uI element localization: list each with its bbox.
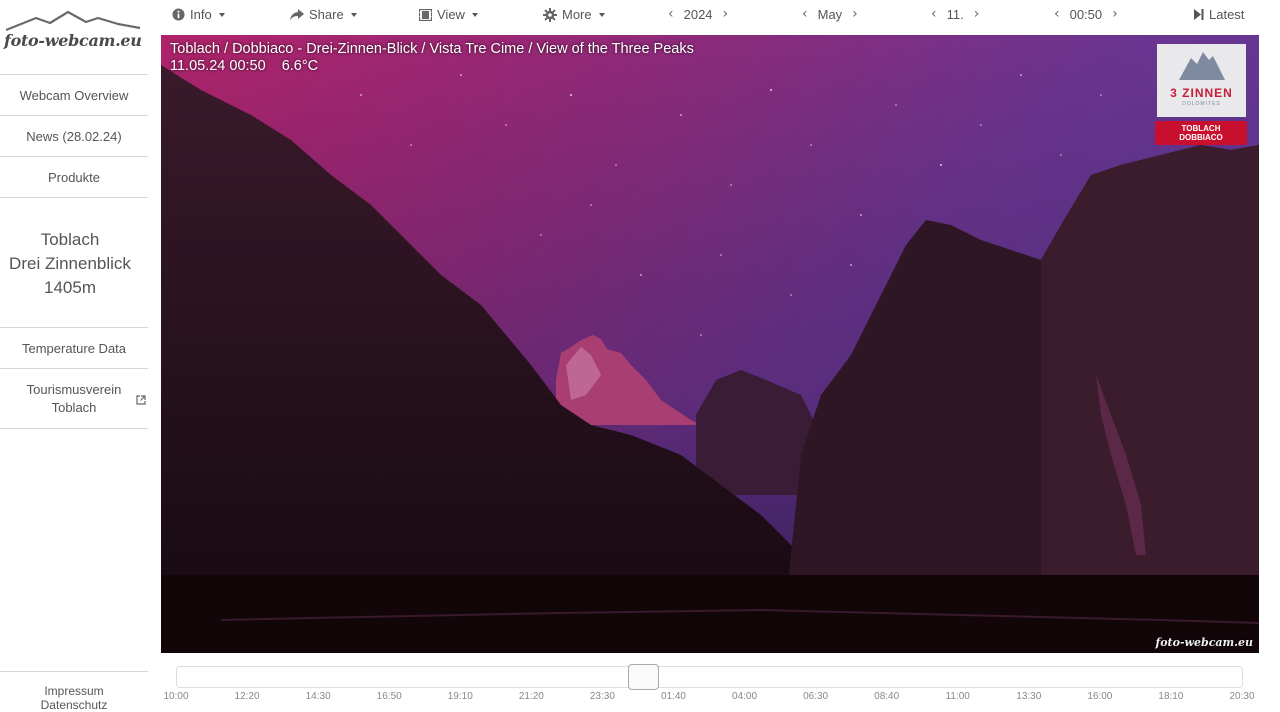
- webcam-location: Toblach: [40, 230, 100, 249]
- share-arrow-icon: [290, 8, 304, 20]
- share-menu-button[interactable]: Share: [290, 7, 357, 22]
- day-value: 11.: [946, 6, 964, 22]
- timeline-tick-label: 20:30: [1229, 691, 1255, 702]
- latest-label: Latest: [1209, 7, 1245, 22]
- info-circle-icon: [172, 8, 185, 21]
- timeline-slider-handle[interactable]: [628, 664, 659, 690]
- sidebar: foto-webcam.eu Webcam Overview News (28.…: [0, 0, 148, 712]
- sidebar-item-news[interactable]: News (28.02.24): [0, 116, 148, 157]
- toolbar: Info Share View More ‹ 2024 › ‹ May › ‹ …: [160, 0, 1280, 32]
- info-menu-label: Info: [190, 7, 212, 22]
- share-menu-label: Share: [309, 7, 344, 22]
- info-menu-button[interactable]: Info: [172, 7, 225, 22]
- mountain-logo-icon: [6, 10, 141, 32]
- timeline-tick-label: 11:00: [945, 691, 970, 702]
- chevron-down-icon: [471, 12, 478, 17]
- timeline-tick-label: 23:30: [589, 691, 615, 702]
- more-menu-label: More: [562, 7, 592, 22]
- day-prev-chevron-icon[interactable]: ‹: [931, 6, 937, 22]
- timeline-tick-label: 13:30: [1016, 691, 1042, 702]
- time-next-chevron-icon[interactable]: ›: [1112, 6, 1118, 22]
- badge-red-line1: TOBLACH: [1181, 124, 1221, 133]
- time-prev-chevron-icon[interactable]: ‹: [1054, 6, 1060, 22]
- sidebar-links: Temperature Data Tourismusverein Toblach: [0, 327, 148, 429]
- timeline-ticks: 10:00 12:20 14:30 16:50 19:10 21:20 23:30 01:40…: [0, 691, 1280, 705]
- timeline-tick-label: 21:20: [518, 691, 544, 702]
- image-caption-meta: 11.05.24 00:50 6.6°C: [170, 58, 330, 74]
- sidebar-item-tourismusverein[interactable]: Tourismusverein Toblach: [0, 369, 148, 429]
- timeline-tick-label: 19:10: [447, 691, 473, 702]
- timeline-tick-label: 08:40: [874, 691, 900, 702]
- skip-to-end-icon: [1194, 9, 1204, 20]
- image-caption-title: Toblach / Dobbiaco - Drei-Zinnen-Blick /…: [170, 41, 694, 57]
- chevron-down-icon: [598, 12, 605, 17]
- sidebar-item-webcam-overview[interactable]: Webcam Overview: [0, 75, 148, 116]
- three-peaks-badge-logo: 3 ZINNEN DOLOMITES TOBLACH DOBBIACO: [1155, 44, 1247, 145]
- logo-text: foto-webcam.eu: [4, 31, 142, 50]
- site-logo[interactable]: foto-webcam.eu: [0, 8, 148, 56]
- peaks-logo-icon: [1179, 52, 1225, 80]
- view-menu-label: View: [437, 7, 465, 22]
- tourismusverein-label-line2: Toblach: [51, 399, 97, 415]
- badge-subtitle: DOLOMITES: [1182, 101, 1221, 107]
- timeline-tick-label: 01:40: [660, 691, 686, 702]
- view-menu-button[interactable]: View: [419, 7, 478, 22]
- badge-red-line2: DOBBIACO: [1179, 133, 1223, 142]
- image-temperature: 6.6°C: [281, 58, 319, 74]
- sidebar-item-temperature-data[interactable]: Temperature Data: [0, 328, 148, 369]
- tourismusverein-label-line1: Tourismusverein: [26, 381, 122, 397]
- chevron-down-icon: [218, 12, 225, 17]
- timeline-tick-label: 12:20: [234, 691, 260, 702]
- month-prev-chevron-icon[interactable]: ‹: [802, 6, 808, 22]
- gear-icon: [543, 7, 557, 22]
- image-datetime: 11.05.24 00:50: [170, 58, 266, 74]
- webcam-title: Toblach Drei Zinnenblick 1405m: [0, 228, 140, 300]
- badge-title: 3 ZINNEN: [1170, 86, 1233, 100]
- time-value: 00:50: [1069, 6, 1103, 22]
- timeline-tick-label: 16:00: [1087, 691, 1113, 702]
- day-next-chevron-icon[interactable]: ›: [974, 6, 980, 22]
- year-navigator: ‹ 2024 ›: [668, 6, 728, 22]
- month-value: May: [817, 6, 843, 22]
- external-link-icon: [136, 393, 146, 411]
- timeline-tick-label: 06:30: [803, 691, 829, 702]
- webcam-image[interactable]: Toblach / Dobbiaco - Drei-Zinnen-Blick /…: [161, 35, 1259, 653]
- timeline-tick-label: 04:00: [732, 691, 758, 702]
- badge-top-panel: 3 ZINNEN DOLOMITES: [1157, 44, 1246, 117]
- timeline-tick-label: 16:50: [376, 691, 402, 702]
- more-menu-button[interactable]: More: [543, 7, 605, 22]
- timeline-tick-label: 10:00: [163, 691, 189, 702]
- night-mountain-scene: [161, 35, 1259, 653]
- year-value: 2024: [683, 6, 713, 22]
- timeline-tick-label: 18:10: [1158, 691, 1184, 702]
- sidebar-nav: Webcam Overview News (28.02.24) Produkte: [0, 74, 148, 198]
- month-navigator: ‹ May ›: [802, 6, 858, 22]
- sidebar-item-produkte[interactable]: Produkte: [0, 157, 148, 198]
- year-prev-chevron-icon[interactable]: ‹: [668, 6, 674, 22]
- day-navigator: ‹ 11. ›: [931, 6, 979, 22]
- webcam-name: Drei Zinnenblick: [9, 254, 131, 273]
- badge-red-label: TOBLACH DOBBIACO: [1155, 121, 1247, 145]
- timeline-slider[interactable]: [176, 664, 1243, 690]
- latest-button[interactable]: Latest: [1194, 7, 1244, 22]
- film-icon: [419, 8, 432, 21]
- chevron-down-icon: [350, 12, 357, 17]
- timeline-tick-label: 14:30: [305, 691, 331, 702]
- year-next-chevron-icon[interactable]: ›: [723, 6, 729, 22]
- webcam-altitude: 1405m: [44, 278, 96, 297]
- image-watermark: foto-webcam.eu: [1155, 636, 1253, 649]
- time-navigator: ‹ 00:50 ›: [1054, 6, 1118, 22]
- month-next-chevron-icon[interactable]: ›: [852, 6, 858, 22]
